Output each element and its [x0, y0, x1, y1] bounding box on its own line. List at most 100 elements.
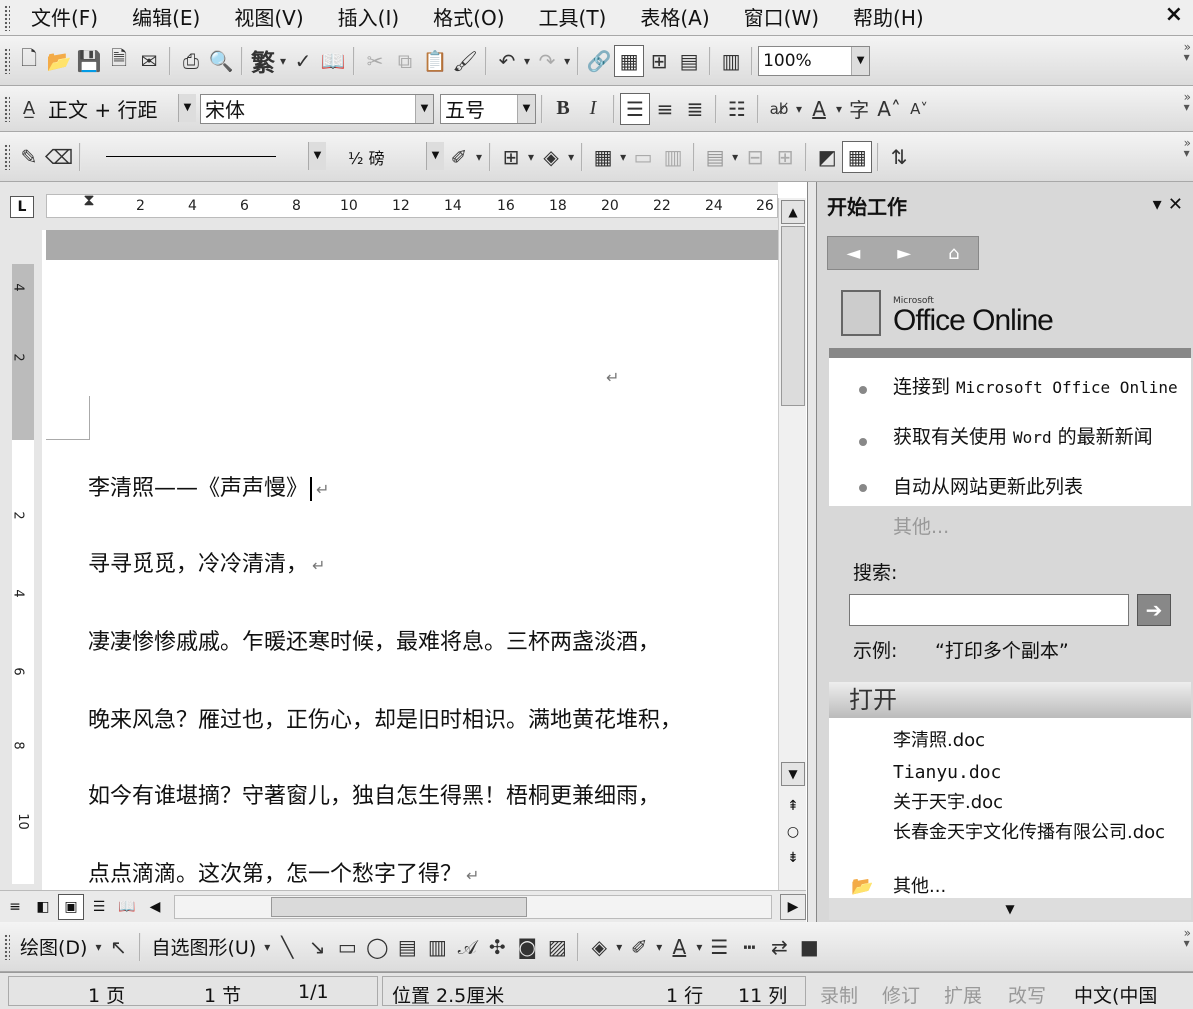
tab-selector[interactable]: L — [10, 196, 34, 218]
zoom-select[interactable]: 100% ▼ — [758, 45, 871, 76]
oval-icon[interactable]: ◯ — [362, 931, 392, 963]
shrink-font-icon[interactable]: A˅ — [904, 93, 934, 125]
normal-view-icon[interactable]: ≡ — [2, 894, 28, 920]
format-painter-icon[interactable]: 🖌 — [450, 45, 480, 77]
line-style-icon[interactable]: ☰ — [704, 931, 734, 963]
distribute-columns-icon[interactable]: ⊞ — [770, 141, 800, 173]
status-record-macro[interactable]: 录制 — [820, 981, 858, 1008]
insert-table-icon[interactable]: ▦ — [588, 141, 618, 173]
chevron-down-icon[interactable]: ▾ — [95, 940, 101, 954]
task-pane-title[interactable]: 开始工作 — [827, 191, 907, 220]
toolbar-overflow-icon[interactable]: » ▾ — [1184, 927, 1191, 949]
chevron-down-icon[interactable]: ▼ — [308, 141, 326, 170]
font-color-icon[interactable]: A — [804, 93, 834, 125]
chevron-down-icon[interactable]: ▼ — [415, 94, 433, 123]
fill-color-icon[interactable]: ◈ — [584, 931, 614, 963]
shadow-style-icon[interactable]: ■ — [794, 931, 824, 963]
home-icon[interactable]: ⌂ — [948, 243, 959, 264]
chevron-down-icon[interactable]: ▾ — [696, 940, 702, 954]
chevron-down-icon[interactable]: ▾ — [528, 150, 534, 164]
draw-menu-button[interactable]: 绘图(D) — [14, 933, 93, 960]
office-online-logo[interactable]: Microsoft Office Online — [831, 282, 1191, 344]
back-icon[interactable]: ◄ — [846, 243, 860, 264]
shading-color-icon[interactable]: ◈ — [536, 141, 566, 173]
scroll-down-icon[interactable]: ▼ — [781, 762, 805, 786]
close-document-button[interactable]: × — [1165, 2, 1183, 27]
text-box-icon[interactable]: ▤ — [392, 931, 422, 963]
chevron-down-icon[interactable]: ▾ — [620, 150, 626, 164]
show-gridlines-icon[interactable]: ▦ — [842, 140, 873, 173]
cut-icon[interactable]: ✂ — [360, 45, 390, 77]
toolbar-overflow-icon[interactable]: » ▾ — [1184, 41, 1191, 63]
research-icon[interactable]: 📖 — [318, 45, 348, 77]
font-color-icon[interactable]: A — [664, 931, 694, 963]
document-line[interactable]: 晚来风急？雁过也，正伤心，却是旧时相识。满地黄花堆积， — [88, 702, 682, 734]
menu-insert[interactable]: 插入(I) — [321, 0, 417, 36]
style-select[interactable]: 正文 + 行距 ▼ — [44, 93, 196, 124]
bullet-list-icon[interactable]: ☷ — [722, 93, 752, 125]
chevron-down-icon[interactable]: ▼ — [426, 141, 444, 170]
menu-window[interactable]: 窗口(W) — [727, 0, 836, 36]
status-extend[interactable]: 扩展 — [944, 981, 982, 1008]
toolbar-grip[interactable] — [4, 143, 10, 170]
more-link[interactable]: 其他... — [893, 516, 1193, 538]
scroll-thumb[interactable] — [271, 896, 527, 917]
web-view-icon[interactable]: ◧ — [30, 894, 56, 920]
outline-view-icon[interactable]: ☰ — [86, 894, 112, 920]
connect-office-online-link[interactable]: 连接到 Microsoft Office Online — [893, 376, 1193, 399]
recent-file-link[interactable]: 长春金天宇文化传播有限公司.doc — [893, 822, 1173, 844]
menu-view[interactable]: 视图(V) — [217, 0, 320, 36]
chevron-down-icon[interactable]: ▾ — [568, 150, 574, 164]
line-icon[interactable]: ╲ — [272, 931, 302, 963]
task-pane-menu-and-close-icon[interactable]: ▾ ✕ — [1153, 194, 1183, 215]
menu-tools[interactable]: 工具(T) — [522, 0, 624, 36]
border-color-icon[interactable]: ✐ — [444, 141, 474, 173]
status-track-changes[interactable]: 修订 — [882, 981, 920, 1008]
copy-icon[interactable]: ⧉ — [390, 45, 420, 77]
vertical-scrollbar[interactable]: ▲ ▼ ⇞ ○ ⇟ — [778, 198, 806, 890]
forward-icon[interactable]: ► — [897, 243, 911, 264]
toolbar-grip[interactable] — [4, 47, 10, 74]
vertical-ruler[interactable]: 4 2 2 4 6 8 10 — [0, 230, 42, 890]
rectangle-icon[interactable]: ▭ — [332, 931, 362, 963]
arrow-icon[interactable]: ↘ — [302, 931, 332, 963]
spelling-icon[interactable]: ✓ — [288, 45, 318, 77]
save-icon[interactable]: 💾 — [74, 45, 104, 77]
chevron-down-icon[interactable]: ▼ — [851, 46, 870, 75]
new-document-icon[interactable]: 🗋 — [14, 45, 44, 77]
document-line[interactable]: 如今有谁堪摘？守著窗儿，独自怎生得黑！梧桐更兼细雨， — [88, 778, 660, 810]
print-icon[interactable]: ⎙ — [176, 45, 206, 77]
scroll-up-icon[interactable]: ▲ — [781, 200, 805, 224]
traditional-chinese-button[interactable]: 繁 — [248, 45, 278, 77]
status-overtype[interactable]: 改写 — [1008, 981, 1046, 1008]
previous-page-icon[interactable]: ⇞ — [783, 798, 803, 820]
menu-table[interactable]: 表格(A) — [623, 0, 726, 36]
tables-borders-icon[interactable]: ▦ — [614, 44, 645, 77]
permission-icon[interactable]: 🗎 — [104, 45, 134, 77]
undo-icon[interactable]: ↶ — [492, 45, 522, 77]
autoshapes-button[interactable]: 自选图形(U) — [146, 933, 263, 960]
dash-style-icon[interactable]: ┅ — [734, 931, 764, 963]
open-folder-icon[interactable]: 📂 — [44, 45, 74, 77]
phonetic-guide-icon[interactable]: 字 — [844, 93, 874, 125]
line-style-select[interactable]: ▼ — [86, 141, 326, 172]
draw-table-icon[interactable]: ✎ — [14, 141, 44, 173]
document-line-title[interactable]: 李清照——《声声慢》 ↵ — [88, 470, 329, 502]
clip-art-icon[interactable]: ◙ — [512, 931, 542, 963]
indent-marker-icon[interactable]: ⧗ — [80, 190, 98, 228]
document-line[interactable]: 凄凄惨惨戚戚。乍暖还寒时候，最难将息。三杯两盏淡酒， — [88, 624, 660, 656]
chevron-down-icon[interactable]: ▾ — [616, 940, 622, 954]
horizontal-ruler[interactable]: L ⧗ 2 4 6 8 10 12 14 16 18 20 22 24 26 — [0, 182, 778, 230]
email-icon[interactable]: ✉ — [134, 45, 164, 77]
diagram-icon[interactable]: ✣ — [482, 931, 512, 963]
hyperlink-icon[interactable]: 🔗 — [584, 45, 614, 77]
scroll-left-icon[interactable]: ◀ — [142, 894, 168, 920]
highlight-icon[interactable]: ab̸ — [764, 93, 794, 125]
grow-font-icon[interactable]: A˄ — [874, 93, 904, 125]
toolbar-overflow-icon[interactable]: » ▾ — [1184, 91, 1191, 113]
eraser-icon[interactable]: ⌫ — [44, 141, 74, 173]
distribute-rows-icon[interactable]: ⊟ — [740, 141, 770, 173]
chevron-down-icon[interactable]: ▾ — [796, 102, 802, 116]
recent-file-link[interactable]: 关于天宇.doc — [893, 792, 1183, 814]
chevron-down-icon[interactable]: ▾ — [264, 940, 270, 954]
